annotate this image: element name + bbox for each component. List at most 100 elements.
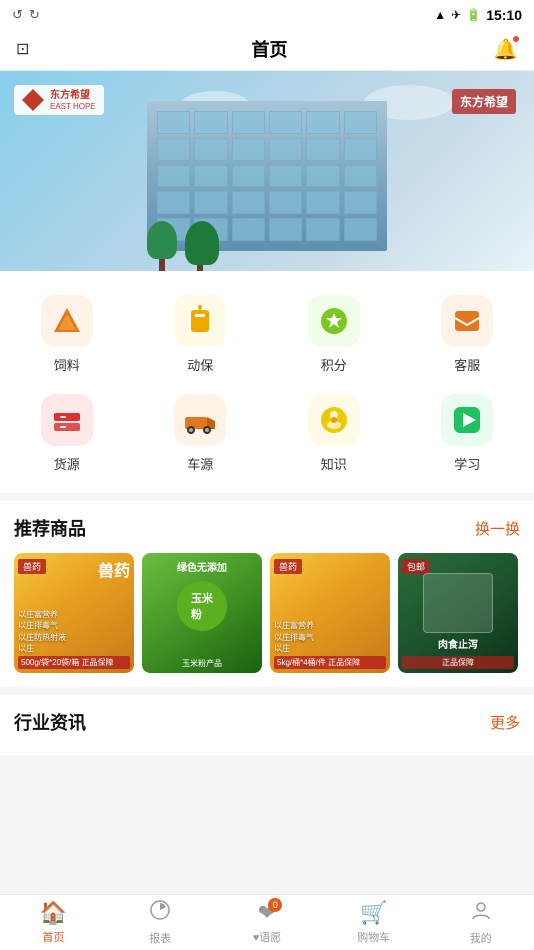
tab-report[interactable]: 报表 bbox=[107, 895, 214, 950]
expand-icon[interactable]: ⊡ bbox=[16, 39, 46, 59]
learn-icon-wrap bbox=[441, 394, 493, 446]
more-news-button[interactable]: 更多 bbox=[490, 712, 520, 733]
menu-item-learn[interactable]: 学习 bbox=[401, 386, 534, 485]
wish-badge-wrap: ❤ 0 bbox=[258, 900, 276, 926]
hero-banner[interactable]: 东方希望 EAST HOPE bbox=[0, 71, 534, 271]
product-image-2: 兽药 以庄富营养以庄排毒气以庄 5kg/桶*4桶/件 正品保障 bbox=[270, 553, 390, 673]
bell-badge bbox=[512, 35, 520, 43]
refresh-products-button[interactable]: 换一换 bbox=[475, 518, 520, 539]
product-card-2[interactable]: 兽药 以庄富营养以庄排毒气以庄 5kg/桶*4桶/件 正品保障 bbox=[270, 553, 390, 673]
tab-wish-label: ♥语愿 bbox=[253, 929, 282, 945]
knowledge-icon-wrap bbox=[308, 394, 360, 446]
status-right: ▲ ✈ 🔋 15:10 bbox=[434, 7, 522, 23]
menu-grid: 饲料 动保 积分 bbox=[0, 271, 534, 493]
main-content: ↺ ↻ ▲ ✈ 🔋 15:10 ⊡ 首页 🔔 东方希望 EAST HOPE bbox=[0, 0, 534, 811]
learn-icon bbox=[450, 403, 484, 437]
menu-label-learn: 学习 bbox=[454, 454, 480, 473]
menu-item-supply[interactable]: 货源 bbox=[0, 386, 134, 485]
bottom-nav: 🏠 首页 报表 ❤ 0 ♥语愿 🛒 购物车 我的 bbox=[0, 894, 534, 950]
service-icon-wrap bbox=[441, 295, 493, 347]
menu-label-supply: 货源 bbox=[54, 454, 80, 473]
transport-icon-wrap bbox=[174, 394, 226, 446]
nav-bar: ⊡ 首页 🔔 bbox=[0, 28, 534, 71]
tab-mine-label: 我的 bbox=[470, 930, 492, 946]
product-box-3 bbox=[423, 573, 493, 633]
tab-home[interactable]: 🏠 首页 bbox=[0, 895, 107, 950]
tab-mine[interactable]: 我的 bbox=[427, 895, 534, 950]
service-icon bbox=[450, 304, 484, 338]
product-card-1[interactable]: 绿色无添加 玉米粉 玉米粉产品 bbox=[142, 553, 262, 673]
product-image-1: 绿色无添加 玉米粉 玉米粉产品 bbox=[142, 553, 262, 673]
banner-sign-text: 东方希望 bbox=[460, 93, 508, 110]
building-illustration bbox=[127, 101, 407, 271]
tab-home-label: 首页 bbox=[42, 929, 64, 945]
supply-icon-wrap bbox=[41, 394, 93, 446]
industry-header: 行业资讯 更多 bbox=[14, 709, 520, 735]
product-tag-3: 正品保障 bbox=[402, 656, 514, 669]
tab-cart-label: 购物车 bbox=[357, 929, 390, 945]
points-icon bbox=[317, 304, 351, 338]
product-name-3: 肉食止泻 bbox=[398, 636, 518, 651]
menu-item-transport[interactable]: 车源 bbox=[134, 386, 268, 485]
menu-item-animal[interactable]: 动保 bbox=[134, 287, 268, 386]
status-left: ↺ ↻ bbox=[12, 7, 40, 23]
animal-icon-wrap bbox=[174, 295, 226, 347]
transport-icon bbox=[183, 403, 217, 437]
home-icon: 🏠 bbox=[40, 900, 67, 926]
supply-icon bbox=[50, 403, 84, 437]
tab-wish[interactable]: ❤ 0 ♥语愿 bbox=[214, 895, 321, 950]
tab-cart[interactable]: 🛒 购物车 bbox=[320, 895, 427, 950]
menu-label-animal: 动保 bbox=[187, 355, 213, 374]
airplane-icon: ✈ bbox=[451, 8, 461, 22]
industry-title: 行业资讯 bbox=[14, 709, 86, 735]
industry-section: 行业资讯 更多 bbox=[0, 695, 534, 755]
product-info-2: 以庄富营养以庄排毒气以庄 5kg/桶*4桶/件 正品保障 bbox=[274, 620, 386, 669]
bell-wrap[interactable]: 🔔 bbox=[493, 37, 518, 62]
page-title: 首页 bbox=[46, 36, 493, 62]
product-circle-1: 玉米粉 bbox=[177, 581, 227, 631]
product-badge-3: 包邮 bbox=[402, 559, 430, 574]
product-title-1: 绿色无添加 bbox=[177, 559, 227, 574]
menu-label-points: 积分 bbox=[321, 355, 347, 374]
menu-item-points[interactable]: 积分 bbox=[267, 287, 401, 386]
product-image-3: 包邮 肉食止泻 正品保障 bbox=[398, 553, 518, 673]
mine-icon bbox=[470, 899, 492, 927]
product-card-3[interactable]: 包邮 肉食止泻 正品保障 bbox=[398, 553, 518, 673]
tab-report-label: 报表 bbox=[149, 930, 171, 946]
feed-icon-wrap bbox=[41, 295, 93, 347]
refresh-icon: ↺ bbox=[12, 7, 23, 23]
product-image-0: 兽药 兽药 以庄富营养以庄排毒气以庄防热射液以庄 500g/袋*20袋/箱 正品… bbox=[14, 553, 134, 673]
menu-item-knowledge[interactable]: 知识 bbox=[267, 386, 401, 485]
menu-label-service: 客服 bbox=[454, 355, 480, 374]
wish-badge: 0 bbox=[268, 898, 282, 912]
feed-icon bbox=[50, 304, 84, 338]
wifi-icon: ▲ bbox=[434, 8, 446, 22]
product-desc-1: 玉米粉产品 bbox=[146, 658, 258, 669]
knowledge-icon bbox=[317, 403, 351, 437]
menu-label-feed: 饲料 bbox=[54, 355, 80, 374]
recommended-header: 推荐商品 换一换 bbox=[14, 515, 520, 541]
product-row: 兽药 兽药 以庄富营养以庄排毒气以庄防热射液以庄 500g/袋*20袋/箱 正品… bbox=[14, 553, 520, 687]
status-bar: ↺ ↻ ▲ ✈ 🔋 15:10 bbox=[0, 0, 534, 28]
menu-label-knowledge: 知识 bbox=[321, 454, 347, 473]
menu-label-transport: 车源 bbox=[187, 454, 213, 473]
cart-icon: 🛒 bbox=[360, 900, 387, 926]
points-icon-wrap bbox=[308, 295, 360, 347]
banner-logo: 东方希望 EAST HOPE bbox=[14, 85, 104, 115]
recommended-section: 推荐商品 换一换 兽药 兽药 以庄富营养以庄排毒气以庄防热射液以庄 500g/袋… bbox=[0, 501, 534, 687]
menu-item-feed[interactable]: 饲料 bbox=[0, 287, 134, 386]
menu-item-service[interactable]: 客服 bbox=[401, 287, 534, 386]
logo-sub: EAST HOPE bbox=[50, 102, 96, 111]
animal-icon bbox=[183, 304, 217, 338]
product-brand-0: 兽药 bbox=[98, 557, 130, 581]
logo-name: 东方希望 bbox=[50, 90, 96, 102]
report-icon bbox=[149, 899, 171, 927]
product-badge-2: 兽药 bbox=[274, 559, 302, 574]
product-card-0[interactable]: 兽药 兽药 以庄富营养以庄排毒气以庄防热射液以庄 500g/袋*20袋/箱 正品… bbox=[14, 553, 134, 673]
product-badge-0: 兽药 bbox=[18, 559, 46, 574]
status-time: 15:10 bbox=[486, 7, 522, 23]
banner-sign: 东方希望 bbox=[452, 89, 516, 114]
battery-icon: 🔋 bbox=[466, 8, 481, 22]
back-icon: ↻ bbox=[29, 7, 40, 23]
product-info-0: 以庄富营养以庄排毒气以庄防热射液以庄 500g/袋*20袋/箱 正品保障 bbox=[18, 609, 130, 669]
